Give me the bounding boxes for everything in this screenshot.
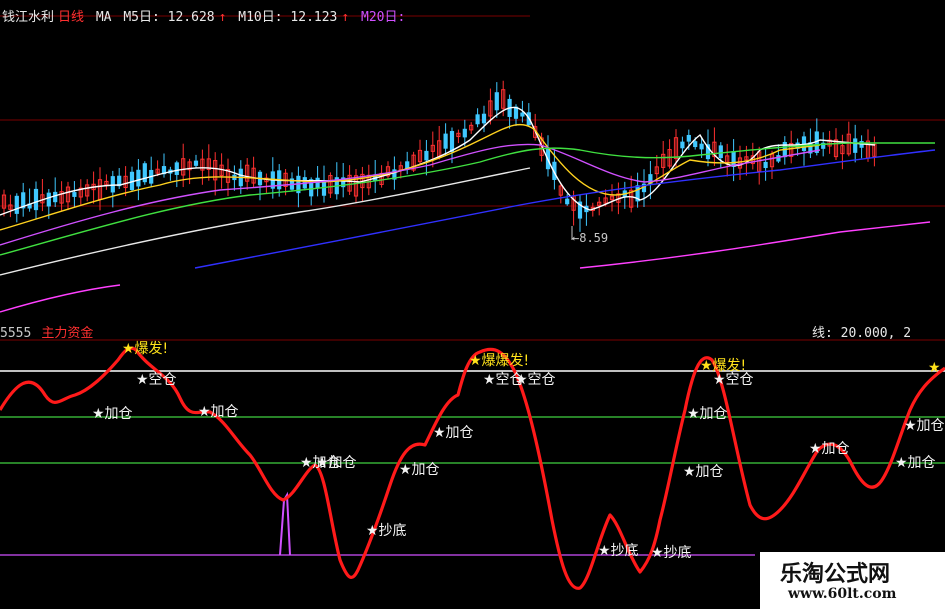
signal-label: ★爆发! [122, 341, 169, 357]
candle-body [136, 169, 141, 187]
candle-body [565, 198, 570, 205]
ma20-line [0, 143, 821, 246]
signal-label: ★加仓 [198, 404, 239, 420]
candle-body [481, 113, 487, 124]
ma20-value: M20日: [361, 10, 406, 25]
signal-label: ★加仓 [300, 455, 341, 471]
long-line-left [0, 284, 121, 313]
low-price-value: 8.59 [579, 231, 609, 245]
candle-body [110, 176, 115, 193]
signal-label: ★加仓 [399, 462, 440, 478]
candle-body [686, 134, 691, 142]
signal-label: ★空仓 [515, 372, 556, 388]
candle-body [853, 138, 858, 153]
candle-body [699, 143, 704, 150]
ma10-value: M10日: 12.123 [238, 10, 338, 25]
ma10-line [0, 123, 821, 231]
candle-body [72, 192, 77, 197]
signal-label: ★爆爆发! [469, 353, 530, 369]
spike-marker [279, 491, 291, 556]
candle-body [475, 114, 480, 125]
low-price-label: ←8.59 [572, 231, 609, 245]
candle-body [193, 160, 199, 166]
candle-body [315, 177, 320, 188]
candle-body [462, 128, 467, 138]
ma-label: MA [95, 10, 112, 25]
candle-body [520, 112, 525, 117]
long-line [579, 221, 931, 269]
signal-label: ★加仓 [433, 425, 474, 441]
candle-body [718, 145, 723, 159]
candle-body [53, 191, 58, 203]
candle-body [494, 92, 499, 111]
signal-label: ★抄底 [598, 543, 639, 559]
candle-body [424, 150, 429, 161]
candle-body [449, 131, 455, 153]
grid-lines [0, 15, 945, 341]
signal-label: ★空仓 [136, 372, 177, 388]
ma10-arrow-icon: ↑ [341, 10, 350, 25]
stock-chart [0, 15, 945, 590]
signal-label: ★抄底 [651, 545, 692, 561]
candle-body [513, 106, 519, 119]
signal-label: ★加仓 [683, 464, 724, 480]
candle-body [14, 195, 19, 214]
candle-body [46, 192, 51, 207]
ma5-value: M5日: 12.628 [123, 10, 215, 25]
ma30-line [0, 142, 935, 256]
candle-body [693, 141, 698, 148]
signal-label: ★加仓 [809, 441, 850, 457]
indicator-title: 5555 主力资金 [0, 322, 93, 341]
indicator-right-label: 线: 20.000, 2 [812, 326, 912, 341]
candle-body [33, 188, 39, 211]
candle-body [174, 162, 179, 175]
signal-label: ★ [928, 360, 941, 376]
signal-label: ★加仓 [687, 406, 728, 422]
watermark-url: www.60lt.com [788, 586, 897, 602]
signal-label: ★加仓 [895, 455, 936, 471]
chart-header: 钱江水利 日线 MA M5日: 12.628 ↑ M10日: 12.123 ↑ M20… [2, 6, 409, 25]
ma5-arrow-icon: ↑ [218, 10, 227, 25]
signal-label: ★加仓 [92, 406, 133, 422]
signal-label: ★抄底 [366, 523, 407, 539]
stock-title: 钱江水利 [2, 10, 55, 25]
watermark: 乐淘公式网 www.60lt.com [760, 552, 945, 609]
indicator-name: 主力资金 [41, 326, 94, 341]
candle-body [443, 133, 448, 149]
signal-label: ★空仓 [713, 372, 754, 388]
candle-body [731, 151, 736, 167]
watermark-site-name: 乐淘公式网 [780, 562, 891, 587]
indicator-code: 5555 [0, 326, 32, 341]
moving-average-lines [0, 106, 936, 313]
candle-body [763, 161, 768, 169]
candle-body [680, 141, 685, 149]
signal-label: ★加仓 [904, 418, 945, 434]
period-label[interactable]: 日线 [58, 10, 84, 25]
